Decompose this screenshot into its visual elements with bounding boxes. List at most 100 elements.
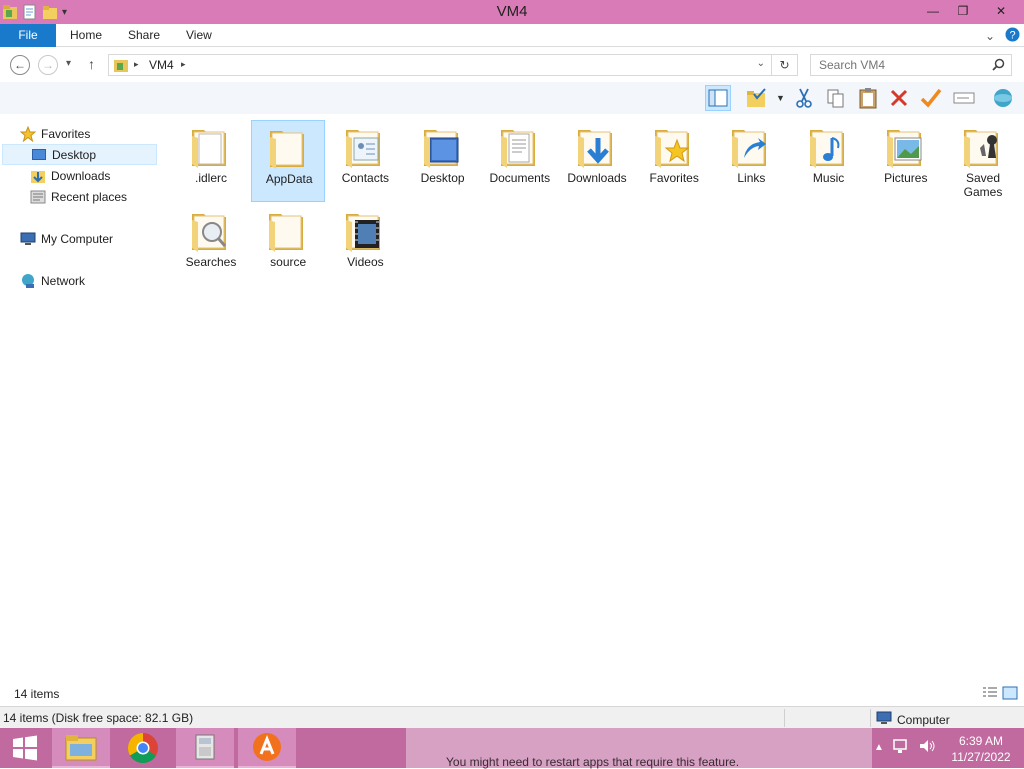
- paste-button[interactable]: [855, 85, 881, 111]
- file-item-label: Contacts: [341, 171, 390, 185]
- folder-options-dropdown[interactable]: ▼: [776, 93, 785, 103]
- layout-icon: [708, 89, 728, 107]
- network-status-icon[interactable]: [892, 738, 910, 757]
- search-box[interactable]: [810, 54, 1012, 76]
- computer-icon: [20, 231, 36, 247]
- tab-share[interactable]: Share: [128, 24, 160, 47]
- folder-icon: [809, 130, 844, 168]
- minimize-button[interactable]: —: [918, 0, 948, 22]
- expand-ribbon-icon[interactable]: ⌄: [985, 29, 995, 43]
- file-item[interactable]: Pictures: [869, 120, 943, 202]
- chrome-icon: [127, 733, 158, 764]
- file-item[interactable]: Favorites: [637, 120, 711, 202]
- taskbar-avast[interactable]: [238, 728, 296, 768]
- refresh-button[interactable]: ↻: [772, 54, 798, 76]
- breadcrumb-expand-icon[interactable]: ▸: [181, 59, 186, 70]
- forward-button[interactable]: →: [38, 55, 58, 75]
- copy-icon: [827, 89, 844, 108]
- tab-file[interactable]: File: [0, 24, 56, 47]
- avast-icon: [253, 733, 281, 761]
- copy-button[interactable]: [823, 85, 849, 111]
- folder-icon: [270, 131, 305, 169]
- start-button[interactable]: [0, 728, 50, 768]
- navigation-pane: Favorites Desktop Downloads Recent place…: [0, 114, 162, 684]
- back-button[interactable]: ←: [10, 55, 30, 75]
- file-item[interactable]: Music: [792, 120, 866, 202]
- clock-date: 11/27/2022: [951, 750, 1011, 764]
- folder-icon: [269, 214, 304, 252]
- back-arrow-icon: ←: [14, 58, 26, 72]
- folder-icon: [346, 130, 381, 168]
- folder-icon: [964, 130, 998, 168]
- file-item-label: Saved Games: [963, 171, 1003, 199]
- close-button[interactable]: ✕: [978, 0, 1024, 22]
- address-history-icon[interactable]: ⌄: [757, 58, 765, 69]
- nav-favorites[interactable]: Favorites: [19, 123, 90, 144]
- details-view-icon[interactable]: [982, 686, 998, 703]
- nav-recent-places[interactable]: Recent places: [30, 186, 127, 207]
- delete-button[interactable]: [886, 85, 912, 111]
- taskbar-app[interactable]: [176, 728, 234, 768]
- help-icon[interactable]: ?: [1005, 27, 1020, 45]
- command-toolbar: ▼: [0, 82, 1024, 114]
- notification-banner[interactable]: You might need to restart apps that requ…: [406, 728, 872, 769]
- delete-x-icon: [890, 89, 908, 107]
- volume-icon[interactable]: [918, 738, 936, 757]
- show-hidden-icons-icon[interactable]: ▲: [874, 742, 884, 753]
- nav-my-computer[interactable]: My Computer: [20, 228, 113, 249]
- file-item-label: AppData: [265, 172, 313, 186]
- status-location: Computer: [876, 711, 950, 728]
- select-folder-button[interactable]: [744, 85, 770, 111]
- folder-icon: [500, 130, 535, 168]
- folder-icon: [578, 130, 612, 168]
- search-input[interactable]: [811, 55, 981, 75]
- apply-button[interactable]: [918, 85, 944, 111]
- address-bar[interactable]: ▸ VM4 ▸ ⌄: [108, 54, 772, 76]
- network-icon: [20, 273, 36, 289]
- computer-icon: [876, 711, 892, 728]
- window-controls: — ❐ ✕: [918, 0, 1024, 22]
- file-item[interactable]: Searches: [174, 204, 248, 286]
- nav-network[interactable]: Network: [20, 270, 85, 291]
- location-icon: [113, 57, 129, 76]
- checkmark-icon: [920, 88, 942, 108]
- system-tray: ▲: [874, 738, 936, 757]
- file-item[interactable]: Downloads: [560, 120, 634, 202]
- rename-button[interactable]: [951, 85, 977, 111]
- nav-desktop[interactable]: Desktop: [2, 144, 157, 165]
- file-item[interactable]: Saved Games: [946, 120, 1020, 202]
- preview-pane-button[interactable]: [705, 85, 731, 111]
- file-item[interactable]: Videos: [328, 204, 402, 286]
- tab-view[interactable]: View: [186, 24, 212, 47]
- folder-icon: [192, 130, 226, 168]
- search-icon[interactable]: [992, 58, 1005, 74]
- file-item-label: Music: [812, 171, 845, 185]
- window-title: VM4: [496, 3, 528, 20]
- taskbar-chrome[interactable]: [114, 728, 172, 768]
- tab-home[interactable]: Home: [70, 24, 102, 47]
- breadcrumb-vm4[interactable]: VM4: [149, 58, 174, 72]
- recent-locations-button[interactable]: ▾: [66, 58, 71, 69]
- file-item-label: Downloads: [567, 171, 627, 185]
- file-item[interactable]: Contacts: [328, 120, 402, 202]
- file-item-label: Documents: [489, 171, 551, 185]
- title-bar: ▾ VM4 — ❐ ✕: [0, 0, 1024, 24]
- nav-downloads[interactable]: Downloads: [30, 165, 110, 186]
- system-clock[interactable]: 6:39 AM 11/27/2022: [946, 733, 1016, 765]
- large-icons-view-icon[interactable]: [1002, 686, 1018, 703]
- file-item[interactable]: source: [251, 204, 325, 286]
- file-item[interactable]: Documents: [483, 120, 557, 202]
- item-count: 14 items: [14, 687, 60, 701]
- file-item[interactable]: Desktop: [406, 120, 480, 202]
- status-separator: [784, 709, 785, 727]
- file-item[interactable]: AppData: [251, 120, 326, 202]
- maximize-button[interactable]: ❐: [948, 0, 978, 22]
- notification-text: You might need to restart apps that requ…: [446, 755, 740, 769]
- breadcrumb-separator-icon[interactable]: ▸: [134, 59, 139, 70]
- properties-button[interactable]: [990, 85, 1016, 111]
- cut-button[interactable]: [791, 85, 817, 111]
- file-item[interactable]: Links: [714, 120, 788, 202]
- file-item[interactable]: .idlerc: [174, 120, 248, 202]
- up-button[interactable]: ↑: [88, 56, 95, 72]
- taskbar-file-explorer[interactable]: [52, 728, 110, 768]
